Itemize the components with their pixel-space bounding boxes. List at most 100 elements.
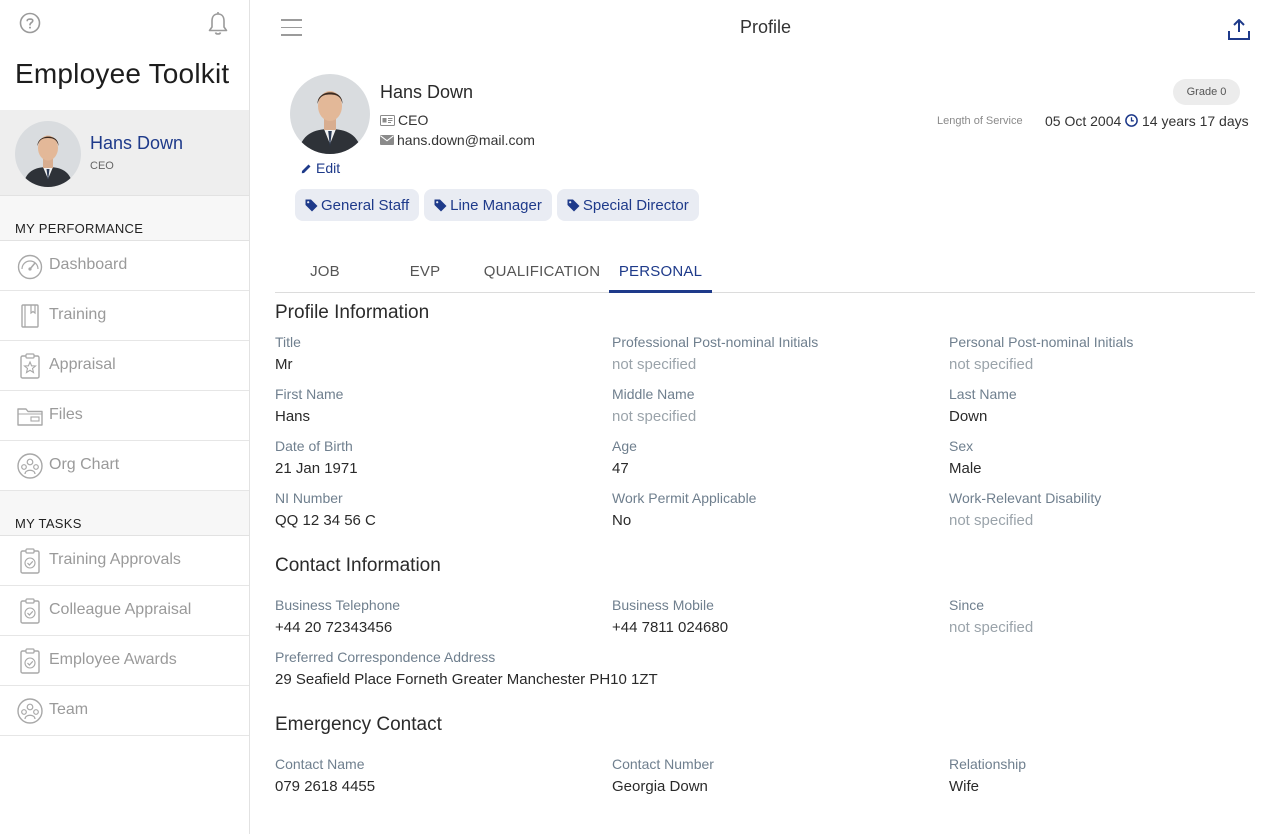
tag-general-staff[interactable]: General Staff bbox=[295, 189, 420, 221]
field-sex: Sex Male bbox=[949, 438, 1269, 477]
field-label: Since bbox=[949, 597, 985, 613]
field-middle-name: Middle Name not specified bbox=[612, 386, 932, 425]
tag-label: Line Manager bbox=[450, 196, 542, 214]
sidebar-item-label: Team bbox=[49, 701, 89, 718]
field-value: 29 Seafield Place Forneth Greater Manche… bbox=[275, 671, 658, 688]
tag-label: Special Director bbox=[582, 196, 689, 214]
user-card[interactable]: Hans Down CEO bbox=[0, 110, 249, 196]
sidebar-item-label: Training Approvals bbox=[49, 551, 181, 568]
clipboard-check-icon bbox=[20, 598, 40, 624]
tag-icon bbox=[305, 199, 318, 211]
main-content: Profile Hans Down CEO hans.down@mail.com… bbox=[251, 0, 1280, 834]
field-value: not specified bbox=[949, 619, 1034, 636]
sidebar-item-appraisal[interactable]: Appraisal bbox=[0, 341, 249, 391]
sidebar-item-label: Appraisal bbox=[49, 356, 116, 373]
tag-line-manager[interactable]: Line Manager bbox=[424, 189, 552, 221]
field-date-of-birth: Date of Birth 21 Jan 1971 bbox=[275, 438, 595, 477]
field-first-name: First Name Hans bbox=[275, 386, 595, 425]
help-icon[interactable] bbox=[19, 12, 41, 34]
upload-icon[interactable] bbox=[1227, 17, 1251, 41]
field-value: Wife bbox=[949, 778, 979, 795]
field-label: Sex bbox=[949, 438, 974, 454]
field-label: Last Name bbox=[949, 386, 1017, 402]
section-heading-label: MY PERFORMANCE bbox=[15, 221, 144, 236]
profile-avatar bbox=[290, 74, 370, 154]
bell-icon[interactable] bbox=[206, 11, 230, 37]
clipboard-star-icon bbox=[20, 353, 40, 379]
sidebar-item-label: Org Chart bbox=[49, 456, 120, 473]
tab-job[interactable]: JOB bbox=[275, 258, 375, 292]
field-value: Mr bbox=[275, 356, 293, 373]
service-start-date: 05 Oct 2004 bbox=[1045, 113, 1122, 129]
edit-label: Edit bbox=[316, 160, 341, 176]
edit-link[interactable]: Edit bbox=[301, 160, 340, 176]
profile-email: hans.down@mail.com bbox=[380, 132, 535, 148]
profile-role: CEO bbox=[380, 112, 428, 128]
field-label: Contact Name bbox=[275, 756, 365, 772]
grade-badge: Grade 0 bbox=[1173, 79, 1240, 105]
avatar-photo bbox=[15, 121, 81, 187]
field-since: Since not specified bbox=[949, 597, 1269, 636]
sidebar-item-training-approvals[interactable]: Training Approvals bbox=[0, 536, 249, 586]
field-business-mobile: Business Mobile +44 7811 024680 bbox=[612, 597, 932, 636]
field-label: Work Permit Applicable bbox=[612, 490, 757, 506]
field-title: Title Mr bbox=[275, 334, 595, 373]
field-value: not specified bbox=[949, 356, 1034, 373]
field-value: Georgia Down bbox=[612, 778, 708, 795]
sidebar-item-training[interactable]: Training bbox=[0, 291, 249, 341]
field-disability: Work-Relevant Disability not specified bbox=[949, 490, 1269, 529]
page-title: Profile bbox=[739, 17, 792, 37]
field-value: +44 20 72343456 bbox=[275, 619, 393, 636]
field-correspondence-address: Preferred Correspondence Address 29 Seaf… bbox=[275, 649, 875, 688]
field-value: not specified bbox=[949, 512, 1034, 529]
sidebar-item-dashboard[interactable]: Dashboard bbox=[0, 241, 249, 291]
sidebar-item-colleague-appraisal[interactable]: Colleague Appraisal bbox=[0, 586, 249, 636]
field-age: Age 47 bbox=[612, 438, 932, 477]
tab-qualification[interactable]: QUALIFICATION bbox=[475, 258, 609, 292]
sidebar: Employee Toolkit Hans Down CEO MY PERFOR… bbox=[0, 0, 250, 834]
sidebar-item-employee-awards[interactable]: Employee Awards bbox=[0, 636, 249, 686]
tab-personal[interactable]: PERSONAL bbox=[609, 258, 712, 293]
field-label: Age bbox=[612, 438, 637, 454]
field-label: Preferred Correspondence Address bbox=[275, 649, 496, 665]
field-personal-initials: Personal Post-nominal Initials not speci… bbox=[949, 334, 1269, 373]
field-label: Middle Name bbox=[612, 386, 695, 402]
field-business-telephone: Business Telephone +44 20 72343456 bbox=[275, 597, 595, 636]
people-circle-icon bbox=[17, 453, 43, 479]
sidebar-item-label: Colleague Appraisal bbox=[49, 601, 192, 618]
id-card-icon bbox=[380, 114, 395, 126]
sidebar-item-label: Files bbox=[49, 406, 83, 423]
sidebar-item-label: Training bbox=[49, 306, 107, 323]
folder-icon bbox=[17, 408, 43, 426]
section-heading-label: MY TASKS bbox=[15, 516, 82, 531]
field-value: not specified bbox=[612, 356, 697, 373]
tag-special-director[interactable]: Special Director bbox=[556, 189, 699, 221]
user-role: CEO bbox=[90, 160, 114, 172]
envelope-icon bbox=[380, 135, 394, 145]
sidebar-item-files[interactable]: Files bbox=[0, 391, 249, 441]
sidebar-header: Employee Toolkit bbox=[0, 0, 249, 110]
field-label: Title bbox=[275, 334, 301, 350]
field-relationship: Relationship Wife bbox=[949, 756, 1269, 795]
role-tags: General Staff Line Manager Special Direc… bbox=[295, 189, 704, 221]
section-heading-tasks: MY TASKS bbox=[0, 491, 249, 536]
section-title-contact-information: Contact Information bbox=[275, 555, 441, 576]
field-label: First Name bbox=[275, 386, 344, 402]
field-label: Date of Birth bbox=[275, 438, 353, 454]
speedometer-icon bbox=[17, 254, 43, 280]
field-contact-name: Contact Name 079 2618 4455 bbox=[275, 756, 595, 795]
app-title: Employee Toolkit bbox=[15, 58, 230, 89]
field-last-name: Last Name Down bbox=[949, 386, 1269, 425]
field-label: Business Mobile bbox=[612, 597, 714, 613]
people-circle-icon bbox=[17, 698, 43, 724]
pencil-icon bbox=[301, 164, 311, 173]
profile-photo bbox=[290, 74, 370, 154]
profile-email-text: hans.down@mail.com bbox=[397, 132, 535, 148]
tag-icon bbox=[567, 199, 580, 211]
field-contact-number: Contact Number Georgia Down bbox=[612, 756, 932, 795]
tab-evp[interactable]: EVP bbox=[375, 258, 475, 292]
sidebar-item-team[interactable]: Team bbox=[0, 686, 249, 736]
field-label: Relationship bbox=[949, 756, 1027, 772]
field-label: Business Telephone bbox=[275, 597, 401, 613]
sidebar-item-org-chart[interactable]: Org Chart bbox=[0, 441, 249, 491]
